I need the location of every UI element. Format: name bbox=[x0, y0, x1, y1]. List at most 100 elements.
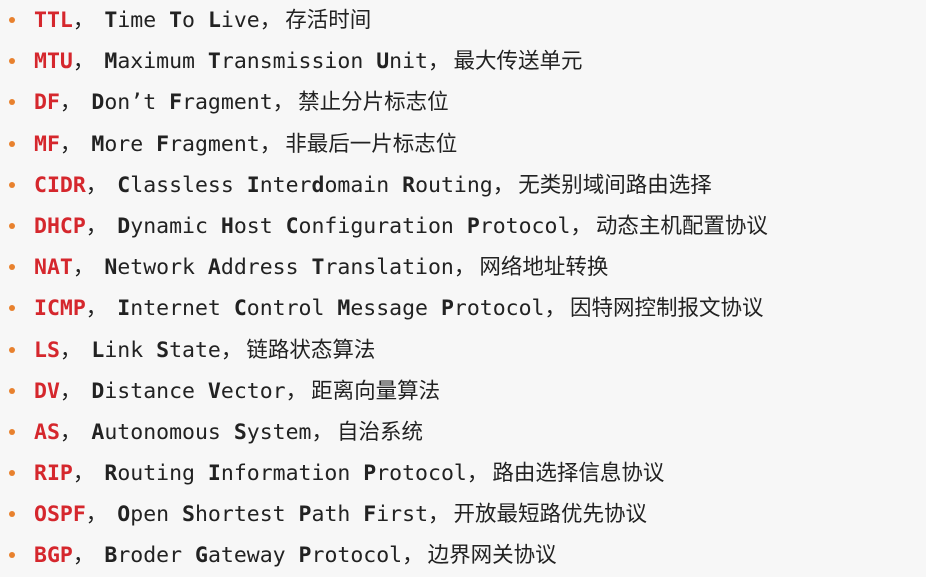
chinese-meaning: 距离向量算法 bbox=[311, 378, 441, 404]
chinese-meaning: 网络地址转换 bbox=[479, 255, 609, 281]
bullet-icon bbox=[9, 428, 15, 435]
bullet-icon bbox=[9, 387, 15, 394]
initial-letter: D bbox=[91, 378, 105, 404]
separator: ， bbox=[259, 131, 282, 157]
separator: ， bbox=[453, 255, 476, 281]
bullet-icon bbox=[9, 264, 15, 271]
separator: ， bbox=[272, 90, 295, 116]
acronym: DF bbox=[34, 90, 60, 116]
acronym: DHCP bbox=[34, 213, 86, 239]
acronym: NAT bbox=[34, 255, 73, 281]
separator: ， bbox=[544, 296, 567, 322]
name-fragment: outing bbox=[415, 172, 493, 198]
separator: ， bbox=[72, 255, 95, 281]
acronym-list: TTL， Time To Live， 存活时间 MTU， Maximum Transmi… bbox=[9, 0, 919, 577]
full-name: Classless Interdomain Routing bbox=[117, 173, 492, 198]
initial-letter: A bbox=[91, 419, 105, 445]
list-item: TTL， Time To Live， 存活时间 bbox=[9, 0, 919, 41]
name-fragment: o bbox=[182, 8, 208, 33]
initial-letter: P bbox=[298, 502, 312, 528]
name-fragment: essage bbox=[350, 296, 441, 322]
full-name: Dynamic Host Configuration Protocol bbox=[117, 214, 570, 239]
bullet-icon bbox=[9, 140, 15, 147]
initial-letter: C bbox=[285, 213, 299, 239]
acronym: RIP bbox=[34, 461, 73, 487]
full-name: Link State bbox=[91, 338, 220, 363]
separator: ， bbox=[285, 378, 308, 404]
name-fragment: rotocol bbox=[376, 461, 467, 487]
name-fragment: hortest bbox=[194, 502, 299, 528]
chinese-meaning: 因特网控制报文协议 bbox=[570, 296, 764, 322]
initial-letter: T bbox=[311, 255, 325, 281]
separator: ， bbox=[59, 90, 82, 116]
separator: ， bbox=[492, 172, 515, 198]
name-fragment: ystem bbox=[246, 419, 312, 445]
separator: ， bbox=[428, 49, 450, 75]
initial-letter: C bbox=[233, 296, 247, 322]
name-fragment: outing bbox=[117, 461, 208, 487]
separator: ， bbox=[59, 378, 82, 404]
full-name: Internet Control Message Protocol bbox=[117, 296, 544, 321]
name-fragment: ive bbox=[220, 8, 260, 33]
chinese-meaning: 边界网关协议 bbox=[427, 543, 557, 569]
initial-letter: R bbox=[402, 172, 416, 198]
acronym: MF bbox=[34, 131, 60, 157]
name-fragment: ector bbox=[220, 378, 286, 404]
initial-letter: P bbox=[298, 543, 312, 569]
bullet-icon bbox=[9, 17, 15, 23]
bullet-icon bbox=[9, 58, 15, 65]
initial-letter: F bbox=[156, 131, 170, 157]
initial-letter: D bbox=[91, 90, 105, 116]
initial-letter: I bbox=[207, 461, 221, 487]
bullet-icon bbox=[9, 511, 15, 518]
initial-letter: F bbox=[363, 502, 377, 528]
acronym: LS bbox=[34, 337, 60, 363]
list-item: RIP， Routing Information Protocol， 路由选择信息协… bbox=[9, 453, 919, 494]
slide: TTL， Time To Live， 存活时间 MTU， Maximum Transmi… bbox=[0, 0, 926, 574]
initial-letter: P bbox=[440, 296, 454, 322]
name-fragment: ynamic bbox=[130, 213, 221, 239]
bullet-icon bbox=[9, 552, 15, 559]
full-name: Distance Vector bbox=[91, 379, 285, 404]
initial-letter: P bbox=[363, 461, 377, 487]
initial-letter: V bbox=[207, 378, 221, 404]
initial-letter: L bbox=[91, 337, 105, 363]
list-item: ICMP， Internet Control Message Protocol，因… bbox=[9, 288, 919, 329]
name-fragment: nformation bbox=[220, 461, 364, 487]
initial-letter: N bbox=[104, 255, 118, 281]
name-fragment: ateway bbox=[207, 543, 299, 569]
list-item: NAT， Network Address Translation， 网络地址转换 bbox=[9, 247, 919, 288]
chinese-meaning: 非最后一片标志位 bbox=[285, 131, 458, 157]
initial-letter: C bbox=[117, 172, 131, 198]
separator: ， bbox=[259, 8, 282, 33]
separator: ， bbox=[59, 419, 82, 445]
separator: ， bbox=[466, 461, 489, 487]
initial-letter: A bbox=[207, 255, 221, 281]
full-name: Broder Gateway Protocol bbox=[104, 543, 402, 568]
separator: ， bbox=[85, 502, 108, 528]
initial-letter: M bbox=[337, 296, 351, 322]
initial-letter: H bbox=[220, 213, 234, 239]
separator: ， bbox=[311, 419, 334, 445]
acronym: TTL bbox=[34, 8, 73, 33]
list-item: CIDR， Classless Interdomain Routing， 无类别域间… bbox=[9, 165, 919, 206]
name-fragment: irst bbox=[376, 502, 429, 528]
chinese-meaning: 开放最短路优先协议 bbox=[453, 502, 648, 528]
name-fragment: ranslation bbox=[324, 255, 454, 281]
acronym: MTU bbox=[34, 49, 73, 75]
acronym: BGP bbox=[34, 543, 73, 569]
name-fragment: ragment bbox=[182, 90, 273, 116]
name-fragment: ath bbox=[311, 502, 364, 528]
chinese-meaning: 路由选择信息协议 bbox=[492, 461, 665, 487]
initial-letter: L bbox=[207, 8, 221, 33]
name-fragment: rotocol bbox=[453, 296, 545, 322]
initial-letter: S bbox=[182, 502, 195, 528]
initial-letter: D bbox=[117, 213, 131, 239]
name-fragment: on’t bbox=[104, 90, 170, 116]
name-fragment: pen bbox=[130, 502, 183, 528]
separator: ， bbox=[72, 543, 95, 569]
separator: ， bbox=[72, 49, 95, 75]
name-fragment: nter bbox=[259, 172, 312, 198]
chinese-meaning: 无类别域间路由选择 bbox=[518, 172, 712, 198]
name-fragment: ost bbox=[233, 213, 286, 239]
